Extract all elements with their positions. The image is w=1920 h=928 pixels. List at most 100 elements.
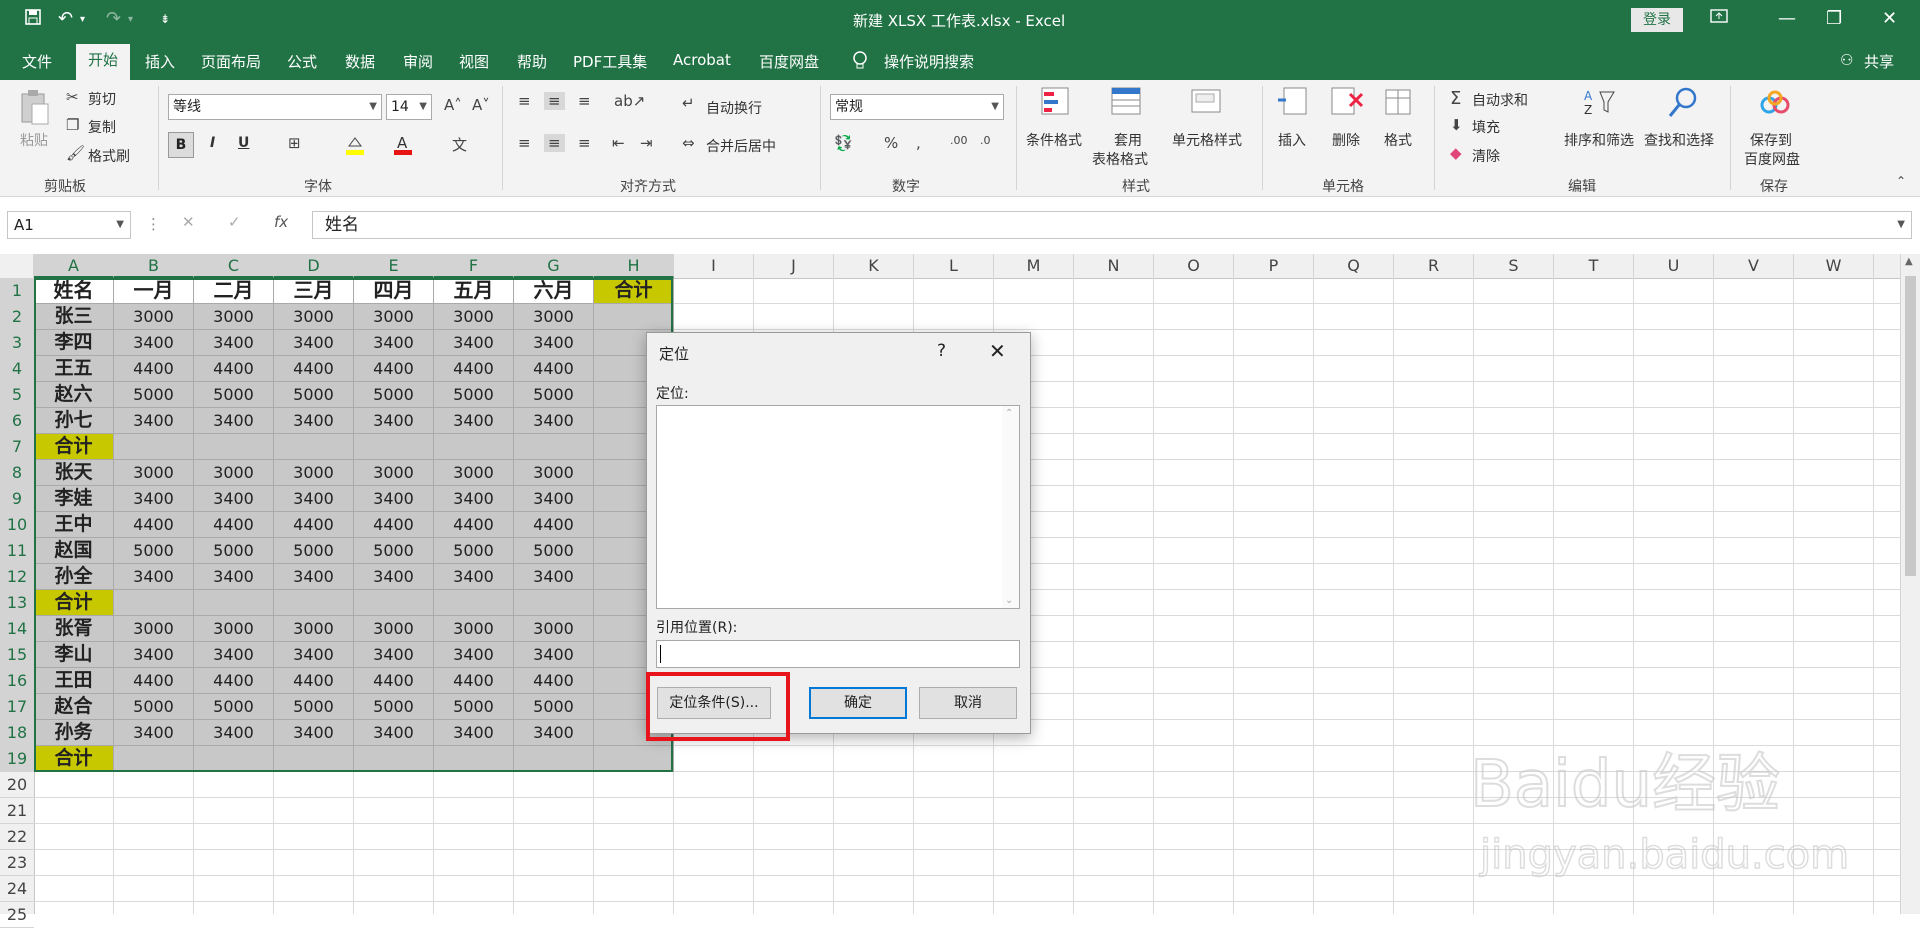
menu-home[interactable]: 开始 [76,44,131,80]
collapse-ribbon-icon[interactable]: ⌃ [1896,174,1906,188]
column-header-p[interactable]: P [1234,254,1314,278]
menu-formulas[interactable]: 公式 [287,51,317,72]
name-box[interactable]: A1 ▼ [7,211,131,239]
format-cells-icon[interactable] [1382,86,1416,120]
row-header-5[interactable]: 5 [0,382,34,408]
column-header-u[interactable]: U [1634,254,1714,278]
row-header-20[interactable]: 20 [0,772,34,798]
copy-button[interactable]: 复制 [88,117,116,137]
increase-indent-icon[interactable]: ⇥ [640,134,653,152]
cut-button[interactable]: 剪切 [88,89,116,109]
column-header-r[interactable]: R [1394,254,1474,278]
scroll-down-icon[interactable]: ⌄ [1005,595,1013,606]
row-header-12[interactable]: 12 [0,564,34,590]
menu-view[interactable]: 视图 [459,51,489,72]
font-name-combo[interactable]: 等线 ▼ [168,94,382,120]
cell-styles-button[interactable]: 单元格样式 [1172,130,1242,150]
column-header-e[interactable]: E [354,254,434,278]
decrease-decimal-icon[interactable]: .0 [980,134,991,147]
customize-qat-icon[interactable]: ⇟ [160,12,170,26]
font-size-combo[interactable]: 14 ▼ [386,94,432,120]
cell-styles-icon[interactable] [1190,86,1224,120]
find-select-icon[interactable] [1666,86,1700,120]
save-to-baidu-label-1[interactable]: 保存到 [1750,130,1792,150]
align-middle-icon[interactable]: ≡ [544,92,565,110]
column-header-t[interactable]: T [1554,254,1634,278]
column-header-h[interactable]: H [594,254,674,278]
orientation-icon[interactable]: ab↗ [614,92,645,110]
redo-icon[interactable]: ↷ [106,8,121,29]
fill-button[interactable]: 填充 [1472,117,1500,137]
align-right-icon[interactable]: ≡ [578,134,591,152]
row-header-16[interactable]: 16 [0,668,34,694]
format-painter-icon[interactable]: 🖌 [66,144,85,162]
scroll-up-icon[interactable]: ⌃ [1005,408,1013,419]
sort-filter-icon[interactable]: AZ [1582,86,1616,120]
row-header-18[interactable]: 18 [0,720,34,746]
conditional-format-button[interactable]: 条件格式 [1026,130,1082,150]
phonetic-icon[interactable]: 文 [452,134,467,155]
redo-dropdown-icon[interactable]: ▾ [128,14,133,25]
baidu-netdisk-icon[interactable] [1758,90,1792,124]
confirm-entry-icon[interactable]: ✓ [228,213,241,231]
row-header-11[interactable]: 11 [0,538,34,564]
decrease-indent-icon[interactable]: ⇤ [612,134,625,152]
column-header-s[interactable]: S [1474,254,1554,278]
row-header-22[interactable]: 22 [0,824,34,850]
menu-review[interactable]: 审阅 [403,51,433,72]
number-format-combo[interactable]: 常规 ▼ [830,94,1004,120]
column-header-i[interactable]: I [674,254,754,278]
select-all-corner[interactable] [0,254,34,278]
italic-button[interactable]: I [210,135,215,151]
delete-button[interactable]: 删除 [1332,130,1360,150]
increase-font-icon[interactable]: A˄ [444,96,462,114]
undo-dropdown-icon[interactable]: ▾ [80,14,85,25]
formula-input[interactable]: 姓名 ▼ [312,211,1912,239]
row-header-9[interactable]: 9 [0,486,34,512]
row-header-10[interactable]: 10 [0,512,34,538]
menu-file[interactable]: 文件 [22,51,52,72]
insert-function-icon[interactable]: fx [274,213,288,231]
underline-button[interactable]: U [238,135,249,151]
chevron-down-icon[interactable]: ▼ [116,212,124,238]
menu-acrobat[interactable]: Acrobat [673,51,731,69]
reference-input[interactable] [656,640,1020,668]
merge-center-icon[interactable]: ⇔ [682,134,695,152]
align-center-icon[interactable]: ≡ [544,134,565,152]
menu-insert[interactable]: 插入 [145,51,175,72]
column-header-o[interactable]: O [1154,254,1234,278]
tell-me-search[interactable]: 操作说明搜索 [884,51,974,72]
increase-decimal-icon[interactable]: .00 [950,134,968,147]
fill-icon[interactable]: ⬇ [1450,116,1463,134]
help-icon[interactable]: ? [937,341,946,361]
menu-help[interactable]: 帮助 [517,51,547,72]
row-header-4[interactable]: 4 [0,356,34,382]
column-header-f[interactable]: F [434,254,514,278]
insert-button[interactable]: 插入 [1278,130,1306,150]
autosum-icon[interactable]: Σ [1450,88,1461,109]
align-top-icon[interactable]: ≡ [518,92,531,110]
column-header-v[interactable]: V [1714,254,1794,278]
wrap-text-button[interactable]: 自动换行 [706,98,762,118]
row-header-15[interactable]: 15 [0,642,34,668]
menu-data[interactable]: 数据 [345,51,375,72]
expand-formula-icon[interactable]: ▼ [1897,212,1905,238]
row-header-6[interactable]: 6 [0,408,34,434]
align-bottom-icon[interactable]: ≡ [578,92,591,110]
save-icon[interactable] [24,8,42,31]
share-button[interactable]: 共享 [1864,51,1894,72]
column-header-q[interactable]: Q [1314,254,1394,278]
wrap-text-icon[interactable]: ↵ [682,94,695,112]
paste-label[interactable]: 粘贴 [20,130,48,150]
row-header-2[interactable]: 2 [0,304,34,330]
autosum-button[interactable]: 自动求和 [1472,90,1528,110]
row-header-1[interactable]: 1 [0,278,34,304]
ribbon-display-icon[interactable] [1710,8,1728,29]
menu-page-layout[interactable]: 页面布局 [201,51,261,72]
column-header-c[interactable]: C [194,254,274,278]
column-header-a[interactable]: A [34,254,114,278]
align-left-icon[interactable]: ≡ [518,134,531,152]
column-header-m[interactable]: M [994,254,1074,278]
conditional-format-icon[interactable] [1040,86,1074,120]
percent-icon[interactable]: % [884,134,898,152]
